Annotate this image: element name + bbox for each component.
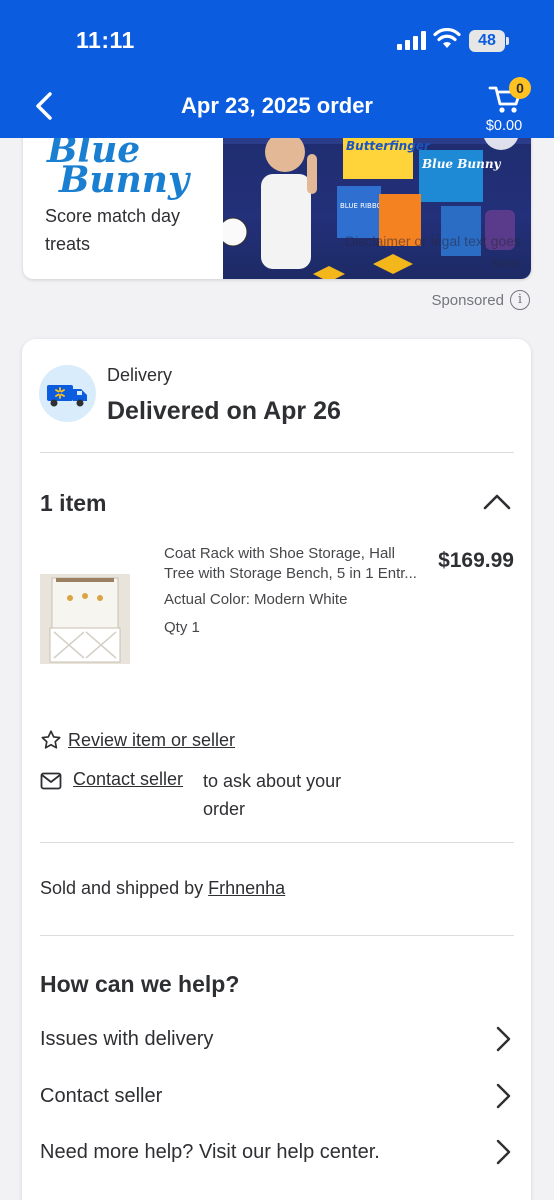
battery-level: 48 — [469, 30, 505, 52]
divider — [40, 935, 514, 936]
contact-seller-link[interactable]: Contact seller — [73, 769, 183, 790]
delivery-label: Delivery — [107, 365, 173, 385]
help-option-label: Contact seller — [40, 1084, 163, 1107]
app-header: 11:11 48 Apr 23, 2025 order 0 $0.00 — [0, 0, 554, 138]
page-title: Apr 23, 2025 order — [181, 93, 373, 118]
item-title-line2: Tree with Storage Bench, 5 in 1 Entr... — [164, 565, 417, 582]
chevron-right-icon — [496, 1026, 511, 1052]
star-icon — [41, 730, 61, 749]
chevron-up-icon — [483, 494, 511, 510]
svg-text:Blue Bunny: Blue Bunny — [421, 157, 502, 171]
divider — [40, 842, 514, 843]
cart-total: $0.00 — [485, 118, 523, 134]
help-option-label: Need more help? Visit our help center. — [40, 1140, 380, 1163]
help-title: How can we help? — [40, 971, 240, 997]
sold-by: Sold and shipped by Frhnenha — [40, 878, 285, 899]
product-thumbnail[interactable] — [40, 574, 130, 664]
seller-name-link[interactable]: Frhnenha — [208, 878, 285, 898]
contact-seller-note: to ask about your order — [203, 771, 342, 819]
ad-tagline: Score match day treats — [45, 206, 181, 254]
blue-bunny-logo: Blue Bunny — [46, 130, 191, 200]
battery-icon: 48 — [469, 30, 509, 52]
review-item-link[interactable]: Review item or seller — [68, 730, 235, 751]
help-option-issues-with-delivery[interactable]: Issues with delivery — [40, 1019, 514, 1059]
divider — [40, 452, 514, 453]
item-quantity: Qty 1 — [164, 619, 200, 636]
status-time: 11:11 — [76, 27, 135, 53]
item-title[interactable]: Coat Rack with Shoe Storage, Hall Tree w… — [164, 544, 432, 584]
chevron-right-icon — [496, 1083, 511, 1109]
mail-icon — [40, 772, 62, 790]
help-option-label: Issues with delivery — [40, 1027, 214, 1050]
item-price: $169.99 — [438, 549, 514, 572]
item-title-line1: Coat Rack with Shoe Storage, Hall — [164, 545, 395, 562]
sold-by-prefix: Sold and shipped by — [40, 878, 209, 898]
svg-text:Butterfinger: Butterfinger — [346, 139, 431, 153]
collapse-items-button[interactable] — [482, 492, 512, 517]
items-count: 1 item — [40, 490, 107, 516]
cart-count-badge: 0 — [509, 77, 531, 99]
wifi-icon — [433, 28, 461, 48]
info-icon[interactable]: i — [510, 290, 530, 310]
svg-text:Bunny: Bunny — [58, 159, 191, 200]
sponsored-text: Sponsored — [431, 291, 504, 309]
ad-disclaimer: Disclaimer or legal text goes here — [345, 233, 521, 271]
help-option-help-center[interactable]: Need more help? Visit our help center. — [40, 1132, 514, 1172]
chevron-right-icon — [496, 1139, 511, 1165]
help-option-contact-seller[interactable]: Contact seller — [40, 1076, 514, 1116]
sponsored-label: Sponsored i — [431, 290, 530, 310]
order-details-card: Delivery Delivered on Apr 26 1 item Coat… — [22, 339, 531, 1200]
delivery-status: Delivered on Apr 26 — [107, 397, 341, 425]
delivery-truck-icon — [39, 365, 96, 422]
review-row: Review item or seller — [40, 729, 235, 751]
cellular-signal-icon — [397, 31, 427, 50]
item-color: Actual Color: Modern White — [164, 591, 348, 608]
